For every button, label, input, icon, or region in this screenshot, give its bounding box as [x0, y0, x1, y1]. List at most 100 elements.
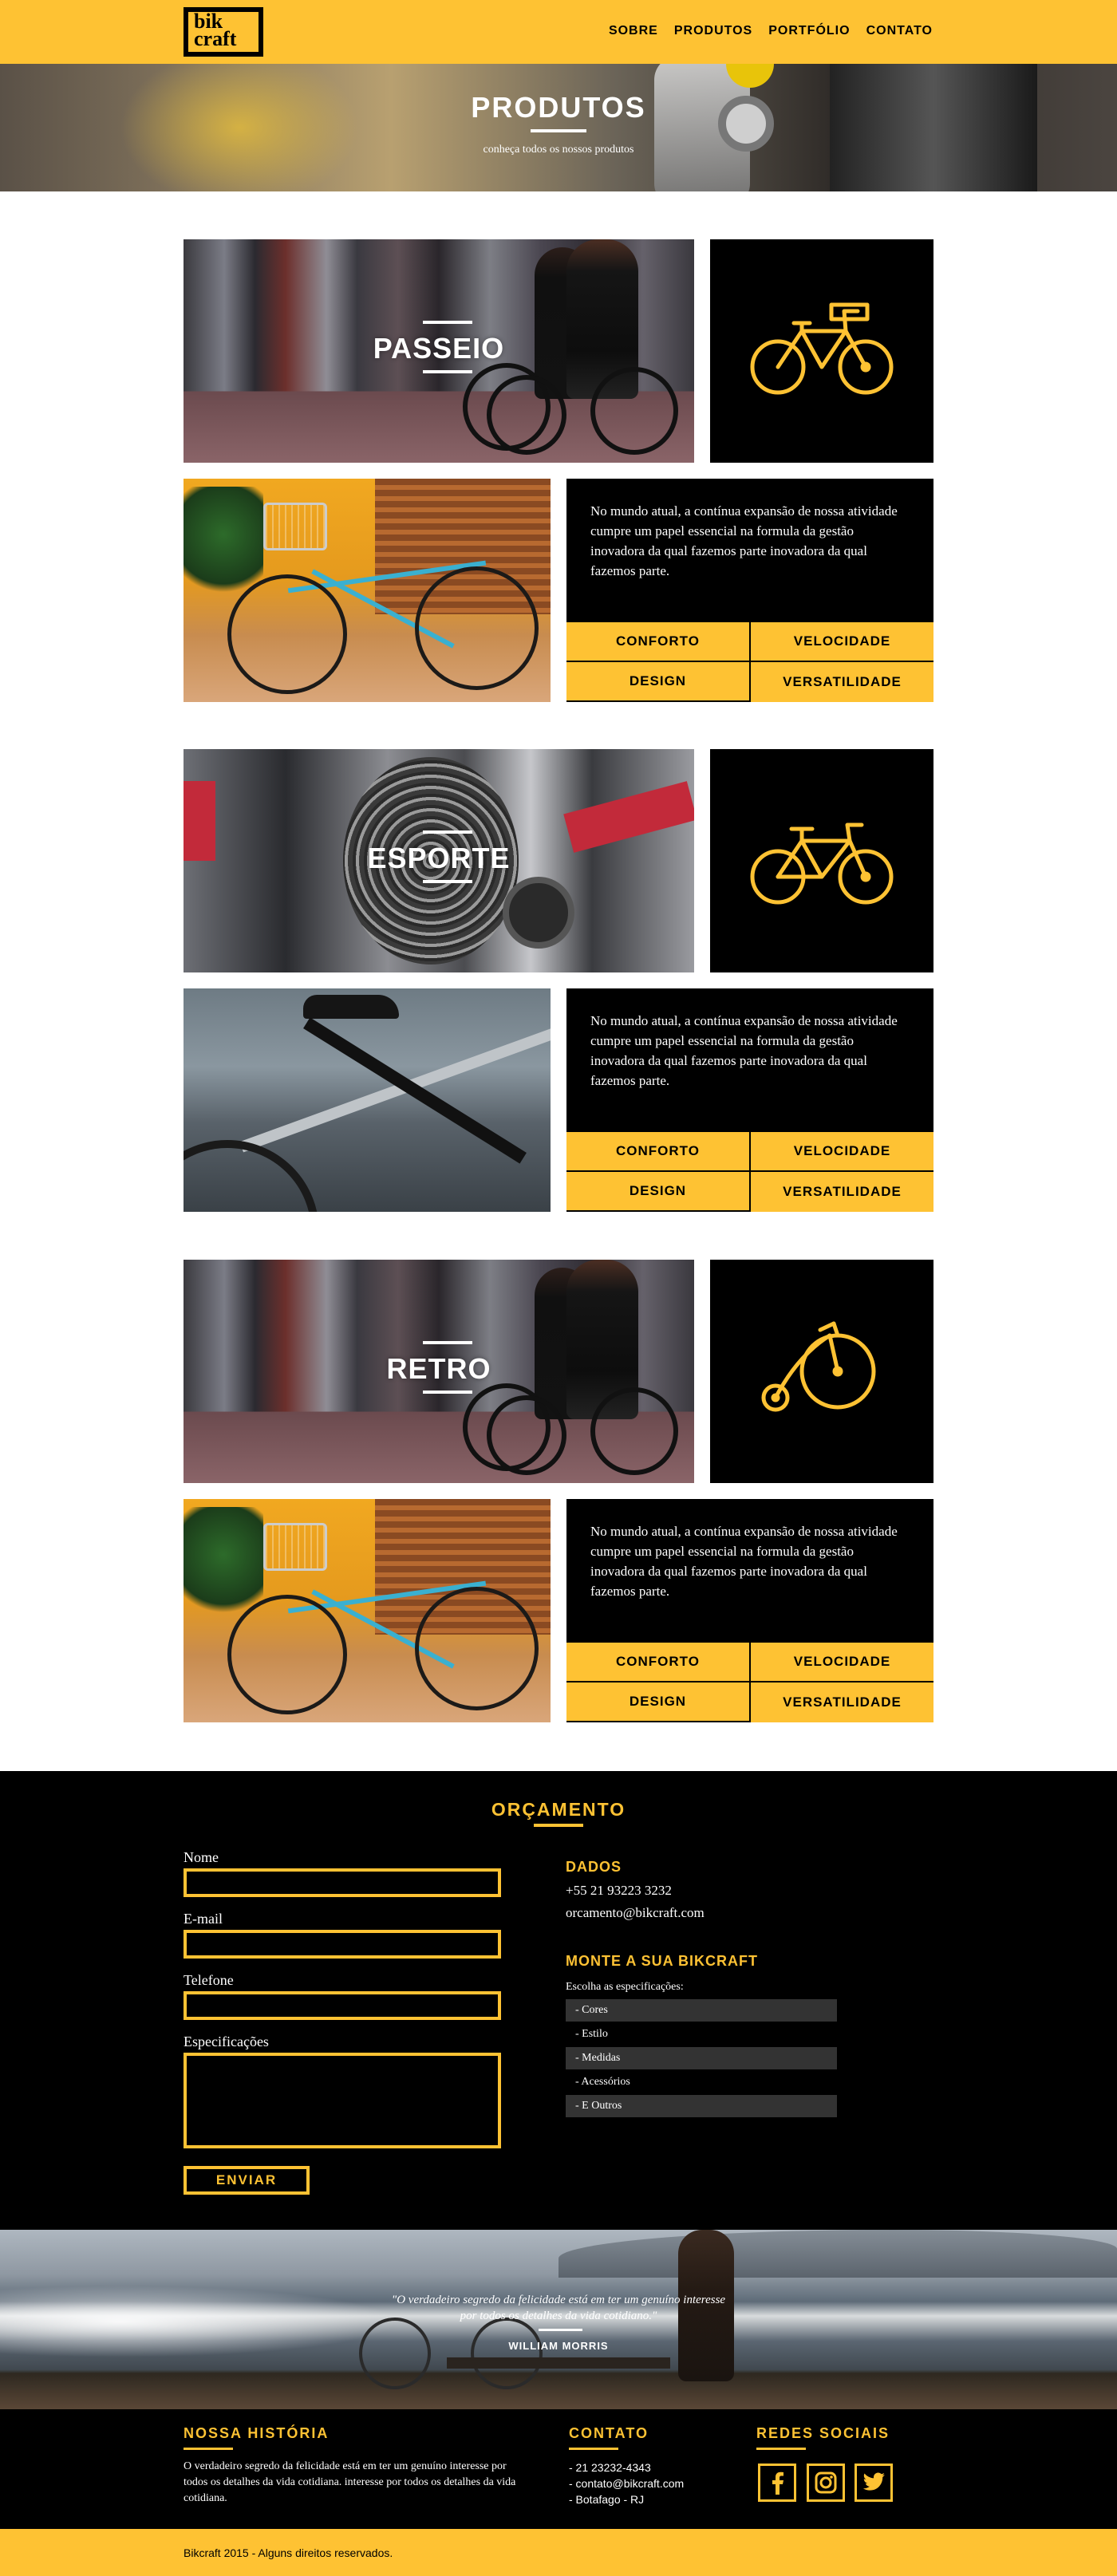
product-photo-secondary[interactable]	[184, 479, 551, 702]
email-label: E-mail	[184, 1911, 223, 1927]
name-line-bottom	[423, 880, 472, 883]
spec-option-medidas[interactable]: - Medidas	[566, 2047, 837, 2069]
nome-label: Nome	[184, 1849, 219, 1865]
twitter-glyph	[862, 2472, 885, 2491]
quote-divider	[539, 2329, 582, 2331]
name-line-top	[423, 830, 472, 834]
spec-option-estilo[interactable]: - Estilo	[566, 2023, 837, 2045]
product-description: No mundo atual, a contínua expansão de n…	[590, 1013, 898, 1088]
page-title: PRODUTOS	[471, 91, 646, 124]
redes-underline	[756, 2448, 806, 2450]
product-name: PASSEIO	[373, 332, 505, 365]
nav-portfolio[interactable]: PORTFÓLIO	[768, 24, 850, 38]
copyright-bar: Bikcraft 2015 - Alguns direitos reservad…	[0, 2529, 1117, 2576]
email-input[interactable]	[184, 1930, 501, 1959]
orcamento-underline	[534, 1824, 583, 1827]
product-icon-box	[710, 749, 933, 972]
product-photo[interactable]: RETRO	[184, 1260, 694, 1483]
nav-produtos[interactable]: PRODUTOS	[674, 24, 752, 38]
feature-design: DESIGN	[566, 662, 749, 700]
feature-versatilidade: VERSATILIDADE	[751, 662, 933, 702]
hero-banner: PRODUTOS conheça todos os nossos produto…	[0, 64, 1117, 191]
historia-underline	[184, 2448, 233, 2450]
nome-input[interactable]	[184, 1868, 501, 1897]
photo-saddle	[303, 995, 399, 1019]
dados-title: DADOS	[566, 1859, 622, 1875]
photo-frame	[303, 1017, 527, 1164]
instagram-icon[interactable]	[807, 2464, 845, 2502]
telefone-label: Telefone	[184, 1972, 234, 1988]
spec-option-outros[interactable]: - E Outros	[566, 2095, 837, 2117]
photo-mountains	[558, 2230, 1117, 2278]
quote-author: WILLIAM MORRIS	[508, 2340, 609, 2352]
quote-text: "O verdadeiro segredo da felicidade está…	[391, 2294, 726, 2322]
photo-wheel	[487, 1395, 566, 1475]
main-nav: SOBRE PRODUTOS PORTFÓLIO CONTATO	[609, 24, 933, 38]
contato-underline	[569, 2448, 618, 2450]
penny-farthing-icon	[761, 1321, 876, 1412]
photo-wheel	[415, 566, 539, 690]
twitter-icon[interactable]	[855, 2464, 893, 2502]
contato-email[interactable]: - contato@bikcraft.com	[569, 2477, 684, 2490]
orcamento-section: ORÇAMENTO Nome E-mail Telefone Especific…	[0, 1771, 1117, 2230]
photo-wheel	[227, 574, 347, 694]
especificacoes-textarea[interactable]	[184, 2053, 501, 2148]
product-photo-secondary[interactable]	[184, 1499, 551, 1722]
logo-line2: craft	[194, 27, 237, 50]
product-photo-secondary[interactable]	[184, 988, 551, 1212]
product-name: ESPORTE	[367, 842, 511, 874]
facebook-icon[interactable]	[758, 2464, 796, 2502]
page-subtitle: conheça todos os nossos produtos	[483, 144, 634, 156]
feature-velocidade: VELOCIDADE	[751, 1643, 933, 1681]
hero-photo-dark	[830, 64, 1037, 191]
sport-bike-icon	[750, 823, 894, 905]
name-line-bottom	[423, 1391, 472, 1394]
photo-bench	[447, 2357, 670, 2369]
photo-wheel	[590, 367, 678, 455]
hero-photo-highlight	[120, 64, 359, 191]
photo-wheel	[590, 1387, 678, 1475]
nav-sobre[interactable]: SOBRE	[609, 24, 658, 38]
photo-wheel	[227, 1595, 347, 1714]
historia-text: O verdadeiro segredo da felicidade está …	[184, 2460, 516, 2504]
feature-design: DESIGN	[566, 1172, 749, 1210]
product-photo[interactable]: ESPORTE	[184, 749, 694, 972]
contato-title: CONTATO	[569, 2425, 649, 2441]
spec-option-acessorios[interactable]: - Acessórios	[566, 2071, 837, 2093]
product-esporte: ESPORTE No mundo atual, a contínua expan…	[184, 749, 933, 1212]
contato-address: - Botafago - RJ	[569, 2493, 645, 2506]
bikcraft-logo[interactable]: bik craft	[184, 7, 263, 57]
feature-velocidade: VELOCIDADE	[751, 622, 933, 661]
facebook-glyph	[772, 2471, 783, 2495]
feature-conforto: CONFORTO	[566, 1643, 749, 1681]
product-photo[interactable]: PASSEIO	[184, 239, 694, 463]
monte-title: MONTE A SUA BIKCRAFT	[566, 1953, 758, 1969]
photo-wheel	[471, 2318, 543, 2389]
photo-wheel	[184, 1140, 319, 1212]
spec-label: Escolha as especificações:	[566, 1981, 684, 1993]
site-footer: NOSSA HISTÓRIA O verdadeiro segredo da f…	[0, 2409, 1117, 2529]
feature-conforto: CONFORTO	[566, 1132, 749, 1170]
photo-disc	[503, 877, 574, 949]
name-line-bottom	[423, 370, 472, 373]
photo-basket	[263, 503, 327, 550]
feature-design: DESIGN	[566, 1682, 749, 1721]
title-underline	[531, 129, 586, 132]
instagram-glyph	[815, 2471, 837, 2494]
product-name: RETRO	[386, 1352, 491, 1385]
city-bike-icon	[750, 302, 894, 395]
copyright-text: Bikcraft 2015 - Alguns direitos reservad…	[184, 2546, 393, 2559]
nav-contato[interactable]: CONTATO	[866, 24, 933, 38]
feature-versatilidade: VERSATILIDADE	[751, 1682, 933, 1722]
photo-wheel	[415, 1587, 539, 1710]
dados-email[interactable]: orcamento@bikcraft.com	[566, 1905, 705, 1921]
telefone-input[interactable]	[184, 1991, 501, 2020]
feature-velocidade: VELOCIDADE	[751, 1132, 933, 1170]
spec-option-cores[interactable]: - Cores	[566, 1999, 837, 2022]
name-line-top	[423, 321, 472, 324]
contato-phone: - 21 23232-4343	[569, 2461, 651, 2474]
product-passeio: PASSEIO No mundo atual, a contínua expan…	[184, 239, 933, 702]
especificacoes-label: Especificações	[184, 2034, 269, 2049]
enviar-button[interactable]: ENVIAR	[184, 2166, 310, 2195]
feature-versatilidade: VERSATILIDADE	[751, 1172, 933, 1212]
